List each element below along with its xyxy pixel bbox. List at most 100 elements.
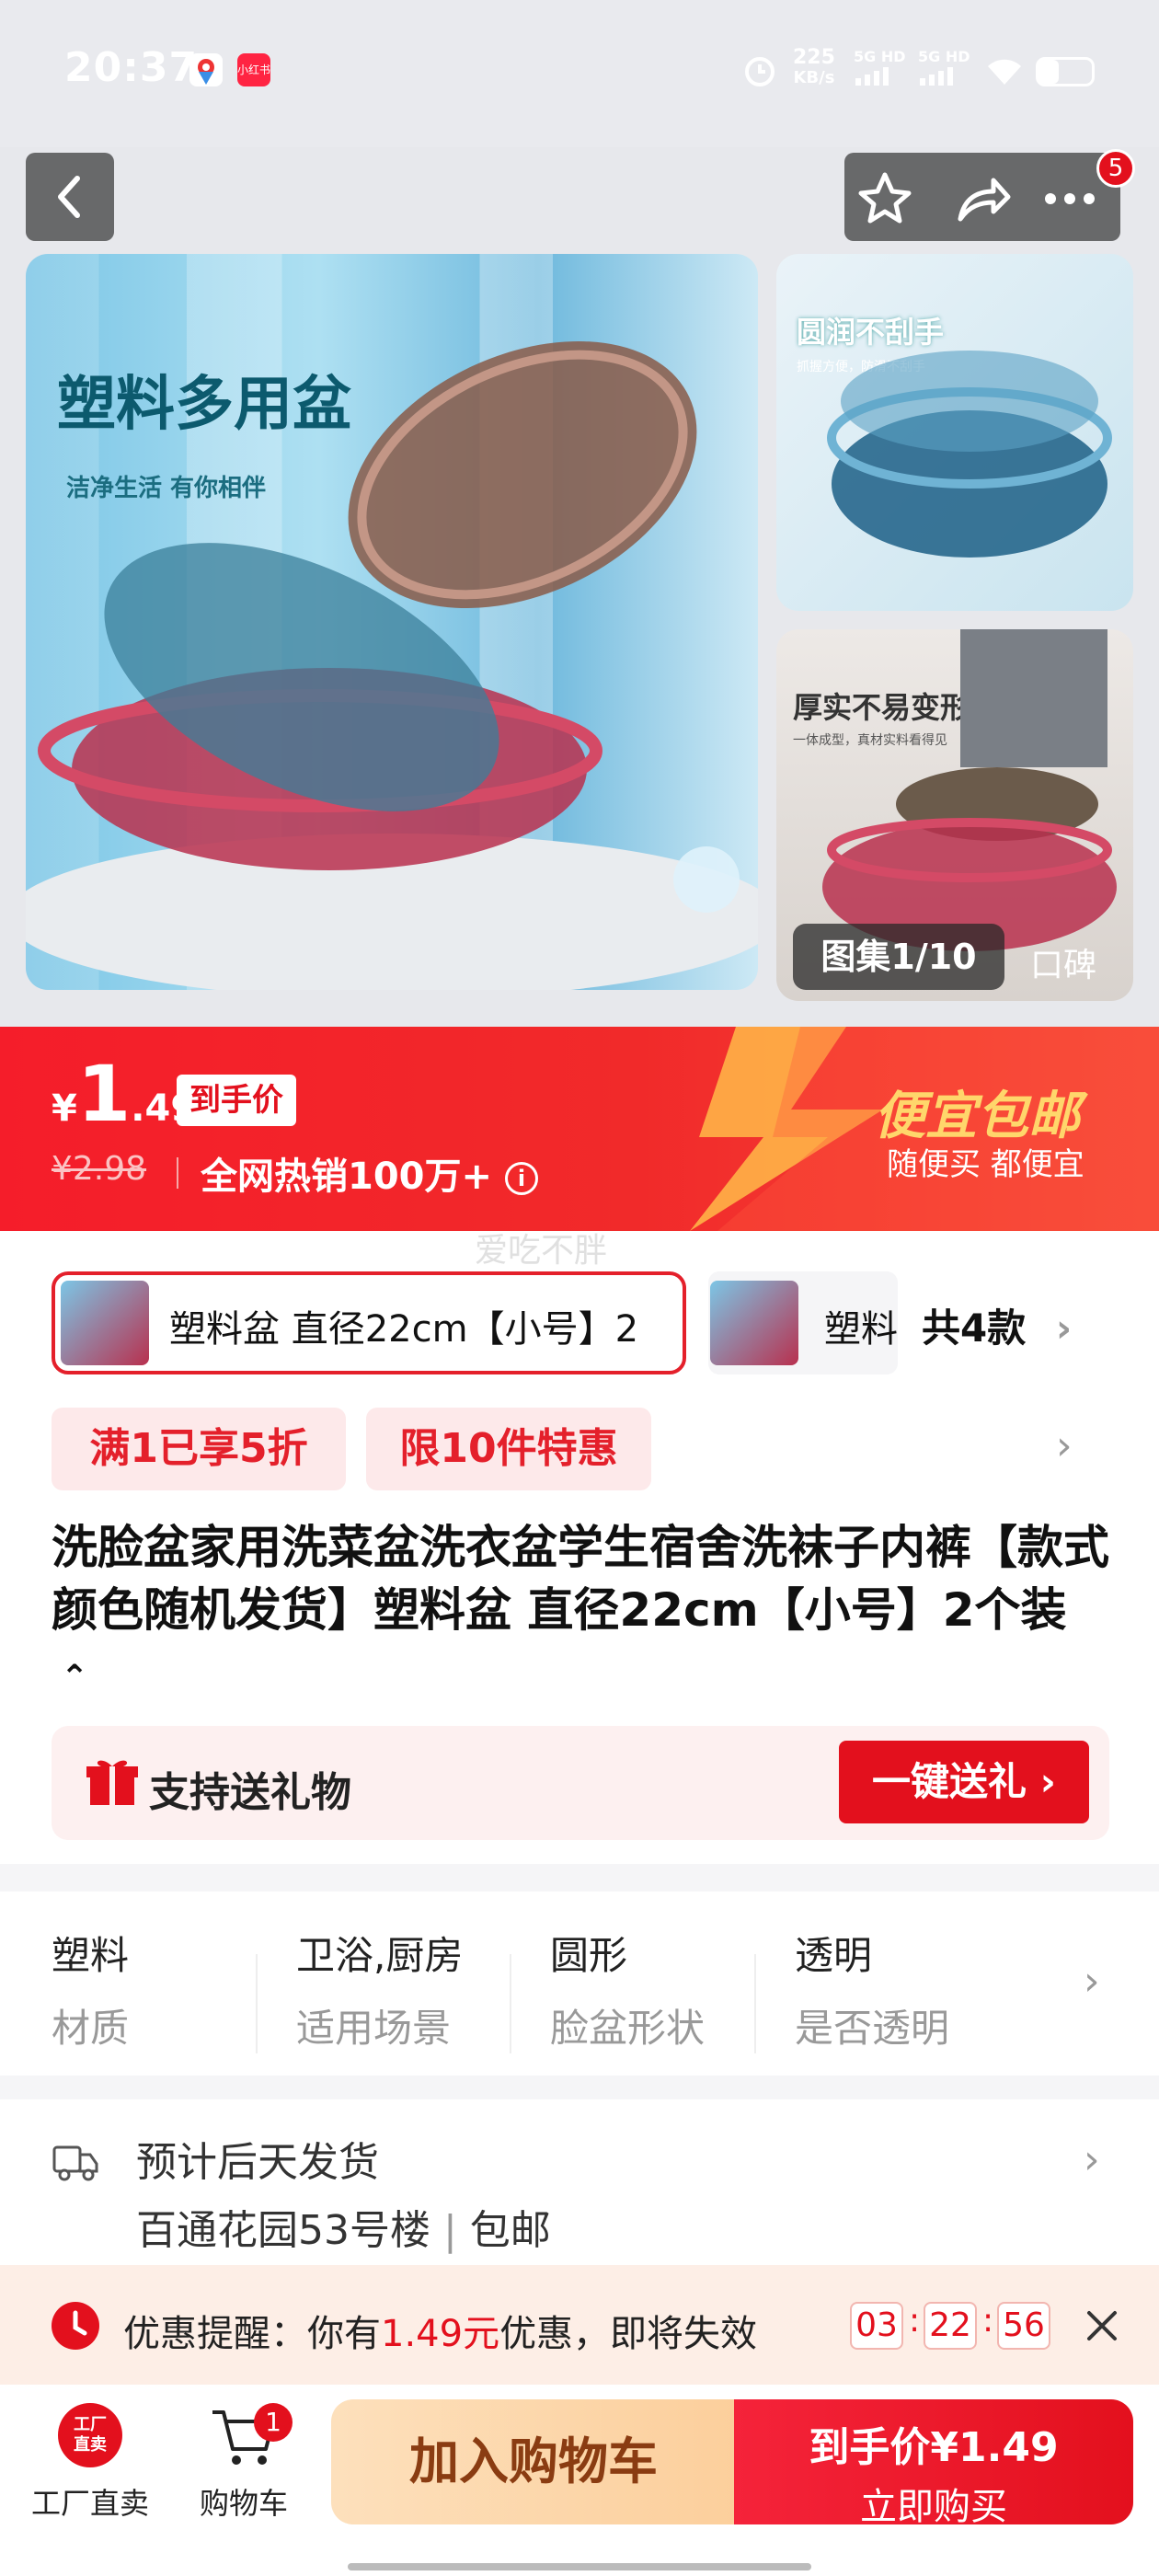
buy-now-label: 立即购买 (860, 2486, 1007, 2528)
network-speed-unit: KB/s (793, 68, 835, 87)
sku-label: 塑料盆 直径22cm【小号】2 (169, 1308, 639, 1351)
side-image-1[interactable]: 圆润不刮手 抓握方便，防滑不刮手 (776, 254, 1133, 611)
add-to-cart-button[interactable]: 加入购物车 (331, 2399, 736, 2524)
promo-title: 便宜包邮 (874, 1087, 1080, 1146)
sku-total[interactable]: 共4款 › (922, 1297, 1072, 1353)
rednote-app-icon: 小红书 (237, 53, 270, 86)
attr-key: 材质 (52, 2006, 130, 2051)
price-divider (177, 1157, 178, 1189)
send-gift-label: 一键送礼 (872, 1759, 1027, 1804)
shipping-eta: 预计后天发货 (136, 2139, 379, 2186)
current-price: ¥1.49 (52, 1049, 196, 1139)
notification-badge: 5 (1096, 149, 1135, 188)
attr-value: 卫浴,厨房 (296, 1933, 464, 1978)
review-tab[interactable]: 口碑 (1030, 938, 1096, 986)
info-icon[interactable]: i (504, 1162, 538, 1195)
sales-text: 全网热销100万+ i (201, 1146, 538, 1200)
attributes-panel[interactable]: 塑料 材质 卫浴,厨房 适用场景 圆形 脸盆形状 透明 是否透明 › (0, 1892, 1159, 2076)
address-divider: | (430, 2207, 470, 2254)
attr-key: 是否透明 (795, 2006, 950, 2051)
chevron-right-icon[interactable]: › (1056, 1422, 1073, 1469)
attr-transparent: 透明 是否透明 (795, 1925, 949, 2053)
signal-2: 5G HD (918, 48, 970, 89)
share-icon[interactable] (953, 171, 1012, 226)
attr-divider (510, 1954, 511, 2053)
alarm-icon (741, 52, 778, 92)
status-time: 20:37 (64, 44, 199, 91)
sales-label: 全网热销100万+ (201, 1156, 493, 1198)
map-app-icon (189, 53, 223, 86)
attr-value: 圆形 (550, 1933, 628, 1978)
gift-icon (86, 1760, 138, 1805)
price-banner: ¥1.49 到手价 ¥2.98 全网热销100万+ i 便宜包邮 随便买 都便宜 (0, 1027, 1159, 1231)
free-shipping: 包邮 (469, 2207, 551, 2254)
close-icon[interactable] (1082, 2306, 1122, 2346)
countdown-sep: : (909, 2302, 921, 2340)
truck-icon (52, 2145, 98, 2181)
promo-reminder-text: 优惠提醒：你有1.49元优惠，即将失效 (123, 2304, 757, 2357)
countdown-seconds: 56 (997, 2302, 1050, 2350)
battery-icon (1036, 57, 1095, 86)
factory-store-button[interactable]: 工厂直卖 工厂直卖 (26, 2403, 155, 2541)
chevron-right-icon: › (1055, 1305, 1073, 1351)
attr-scene: 卫浴,厨房 适用场景 (296, 1925, 463, 2053)
factory-store-badge: 工厂直卖 (74, 2415, 107, 2455)
sku-total-label: 共4款 (922, 1305, 1027, 1351)
chevron-right-icon: › (1084, 2136, 1100, 2183)
signal-bars-icon (855, 67, 889, 86)
basin-illustration (26, 340, 758, 990)
promo-reminder-prefix: 优惠提醒：你有 (123, 2313, 381, 2355)
send-gift-button[interactable]: 一键送礼 › (839, 1741, 1089, 1823)
product-title-text: 洗脸盆家用洗菜盆洗衣盆学生宿舍洗袜子内裤【款式颜色随机发货】塑料盆 直径22cm… (52, 1521, 1109, 1637)
collapse-icon[interactable]: ⌃ (61, 1659, 88, 1696)
shipping-address: 百通花园53号楼 (136, 2207, 430, 2254)
attr-material: 塑料 材质 (52, 1925, 129, 2053)
network-speed-value: 225 (793, 46, 835, 69)
sku-thumbnail (710, 1281, 798, 1365)
top-actions (844, 153, 1120, 241)
main-product-image[interactable]: 塑料多用盆 洁净生活 有你相伴 (26, 254, 758, 990)
signal-bars-icon (920, 67, 953, 86)
attr-value: 透明 (795, 1933, 873, 1978)
buy-now-button[interactable]: 到手价¥1.49 立即购买 (734, 2399, 1133, 2528)
promo-reminder-bar[interactable]: 优惠提醒：你有1.49元优惠，即将失效 03 : 22 : 56 (0, 2265, 1159, 2385)
home-indicator (348, 2563, 811, 2570)
attr-shape: 圆形 脸盆形状 (550, 1925, 705, 2053)
shipping-address-line: 百通花园53号楼 | 包邮 (136, 2197, 551, 2256)
back-button[interactable] (26, 153, 114, 241)
sku-option-2[interactable]: 塑料 (708, 1271, 898, 1374)
network-speed: 225 KB/s (793, 48, 835, 88)
wifi-icon (984, 57, 1025, 90)
cart-count-badge: 1 (254, 2403, 293, 2442)
shipping-row[interactable]: 预计后天发货 百通花园53号楼 | 包邮 › (0, 2099, 1159, 2283)
factory-store-icon: 工厂直卖 (58, 2403, 122, 2467)
attr-value: 塑料 (52, 1933, 130, 1978)
star-icon[interactable] (855, 169, 914, 228)
price-badge: 到手价 (177, 1075, 296, 1126)
attr-key: 适用场景 (296, 2006, 452, 2051)
more-icon[interactable] (1038, 180, 1102, 217)
cart-label: 购物车 (199, 2486, 288, 2521)
attr-divider (256, 1954, 258, 2053)
signal-2-label: 5G HD (918, 48, 970, 65)
promo-reminder-suffix: 优惠，即将失效 (499, 2313, 758, 2355)
discount-tag[interactable]: 满1已享5折 (52, 1408, 346, 1490)
countdown-sep: : (982, 2302, 994, 2340)
promo-reminder-amount: 1.49元 (381, 2313, 500, 2355)
gift-label: 支持送礼物 (149, 1769, 351, 1816)
original-price: ¥2.98 (52, 1150, 147, 1188)
signal-1: 5G HD (854, 48, 906, 89)
signal-1-label: 5G HD (854, 48, 906, 65)
gallery-counter[interactable]: 图集1/10 (793, 924, 1004, 990)
chevron-left-icon (58, 176, 80, 218)
countdown-minutes: 22 (924, 2302, 977, 2350)
countdown-hours: 03 (850, 2302, 903, 2350)
sku-thumbnail (61, 1281, 149, 1365)
price-currency: ¥ (52, 1087, 77, 1130)
blue-basin-illustration (827, 351, 1112, 558)
sku-label: 塑料 (824, 1308, 898, 1351)
promo-subtitle: 随便买 都便宜 (887, 1146, 1084, 1183)
attr-key: 脸盆形状 (550, 2006, 706, 2051)
sku-option-selected[interactable]: 塑料盆 直径22cm【小号】2 (52, 1271, 686, 1374)
limited-offer-tag[interactable]: 限10件特惠 (366, 1408, 651, 1490)
